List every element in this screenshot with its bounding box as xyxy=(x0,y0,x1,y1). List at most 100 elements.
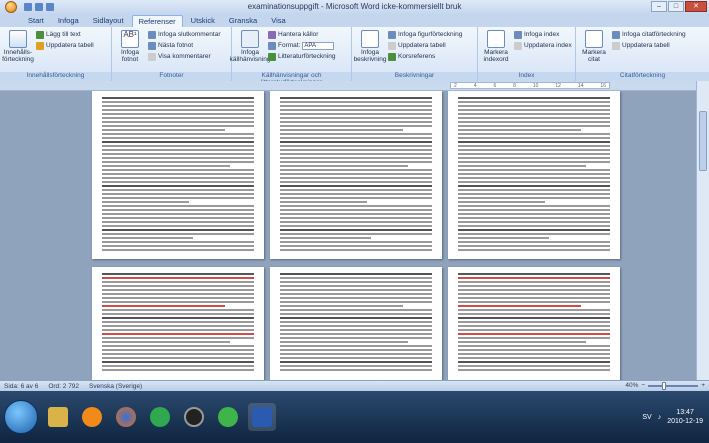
style-select[interactable]: Format: APA xyxy=(268,41,335,50)
taskbar-explorer[interactable] xyxy=(44,403,72,431)
zoom-slider-knob[interactable] xyxy=(662,381,667,390)
horizontal-ruler[interactable]: 2 4 6 8 10 12 14 16 xyxy=(0,81,709,91)
text-line xyxy=(280,233,432,235)
text-line xyxy=(458,357,610,359)
text-line xyxy=(458,305,582,307)
vertical-scrollbar[interactable] xyxy=(696,81,709,380)
tab-referenser[interactable]: Referenser xyxy=(131,15,183,27)
text-line xyxy=(102,125,254,127)
tab-utskick[interactable]: Utskick xyxy=(185,15,221,27)
word-count[interactable]: Ord: 2 792 xyxy=(48,383,79,390)
text-line xyxy=(458,349,610,351)
taskbar-media-player[interactable] xyxy=(78,403,106,431)
maximize-button[interactable]: □ xyxy=(668,1,684,12)
text-line xyxy=(458,109,610,111)
insert-endnote-button[interactable]: Infoga slutkommentar xyxy=(148,30,221,39)
taskbar-spotify[interactable] xyxy=(146,403,174,431)
text-line xyxy=(458,125,610,127)
text-line xyxy=(458,201,545,203)
update-index-button[interactable]: Uppdatera index xyxy=(514,41,572,50)
text-line xyxy=(102,221,254,223)
text-line xyxy=(102,105,254,107)
text-line xyxy=(280,125,432,127)
bibliography-button[interactable]: Litteraturförteckning xyxy=(268,52,335,61)
text-line xyxy=(458,133,610,135)
zoom-in-icon[interactable]: + xyxy=(701,382,705,389)
text-line xyxy=(280,273,432,275)
zoom-out-icon[interactable]: − xyxy=(641,382,645,389)
update-figures-button[interactable]: Uppdatera tabell xyxy=(388,41,462,50)
save-icon[interactable] xyxy=(24,3,32,11)
page-count[interactable]: Sida: 6 av 6 xyxy=(4,383,38,390)
tab-infoga[interactable]: Infoga xyxy=(52,15,85,27)
text-line xyxy=(458,113,610,115)
tab-start[interactable]: Start xyxy=(22,15,50,27)
manage-sources-icon xyxy=(268,30,276,39)
manage-sources-button[interactable]: Hantera källor xyxy=(268,30,335,39)
text-line xyxy=(280,225,432,227)
taskbar-firefox[interactable] xyxy=(112,403,140,431)
update-authorities-button[interactable]: Uppdatera tabell xyxy=(612,41,686,50)
text-line xyxy=(458,309,610,311)
text-line xyxy=(458,313,610,315)
tab-sidlayout[interactable]: Sidlayout xyxy=(87,15,130,27)
text-line xyxy=(280,357,432,359)
insert-figures-table-button[interactable]: Infoga figurförteckning xyxy=(388,30,462,39)
taskbar-app[interactable] xyxy=(180,403,208,431)
update-table-button[interactable]: Uppdatera tabell xyxy=(36,41,94,50)
clock[interactable]: 13:47 2010-12-19 xyxy=(667,408,703,426)
text-line xyxy=(280,177,432,179)
title-bar: examinationsuppgift - Microsoft Word ick… xyxy=(0,0,709,14)
text-line xyxy=(102,205,254,207)
start-button[interactable] xyxy=(4,400,38,434)
text-line xyxy=(102,289,254,291)
window-controls: – □ ✕ xyxy=(651,1,707,12)
document-page-6[interactable] xyxy=(448,267,620,380)
document-page-5[interactable] xyxy=(270,267,442,380)
taskbar-word[interactable] xyxy=(248,403,276,431)
input-language[interactable]: SV xyxy=(642,414,651,421)
next-footnote-icon xyxy=(148,41,156,50)
close-button[interactable]: ✕ xyxy=(685,1,707,12)
text-line xyxy=(102,209,254,211)
minimize-button[interactable]: – xyxy=(651,1,667,12)
document-page-2[interactable] xyxy=(270,91,442,259)
text-line xyxy=(458,217,610,219)
add-text-button[interactable]: Lägg till text xyxy=(36,30,94,39)
text-line xyxy=(458,237,550,239)
document-page-1[interactable] xyxy=(92,91,264,259)
cross-reference-button[interactable]: Korsreferens xyxy=(388,52,462,61)
text-line xyxy=(458,369,610,371)
document-page-3[interactable] xyxy=(448,91,620,259)
next-footnote-button[interactable]: Nästa fotnot xyxy=(148,41,221,50)
scroll-thumb[interactable] xyxy=(699,111,707,171)
text-line xyxy=(102,149,254,151)
text-line xyxy=(458,145,610,147)
insert-authorities-button[interactable]: Infoga citatförteckning xyxy=(612,30,686,39)
insert-index-button[interactable]: Infoga index xyxy=(514,30,572,39)
text-line xyxy=(280,365,432,367)
redo-icon[interactable] xyxy=(46,3,54,11)
tab-visa[interactable]: Visa xyxy=(265,15,291,27)
office-button[interactable] xyxy=(0,0,22,14)
document-page-4[interactable] xyxy=(92,267,264,380)
tab-granska[interactable]: Granska xyxy=(223,15,263,27)
spotify-icon xyxy=(150,407,170,427)
figures-icon xyxy=(388,30,396,39)
show-notes-icon xyxy=(148,52,156,61)
language-indicator[interactable]: Svenska (Sverige) xyxy=(89,383,142,390)
text-line xyxy=(458,301,610,303)
text-line xyxy=(102,337,254,339)
zoom-level[interactable]: 40% xyxy=(625,382,638,389)
show-notes-button[interactable]: Visa kommentarer xyxy=(148,52,221,61)
zoom-slider[interactable] xyxy=(648,381,699,390)
text-line xyxy=(102,181,254,183)
text-line xyxy=(280,249,432,251)
volume-icon[interactable]: ♪ xyxy=(658,414,662,421)
document-area[interactable] xyxy=(0,91,709,380)
text-line xyxy=(280,241,432,243)
taskbar-chat[interactable] xyxy=(214,403,242,431)
text-line xyxy=(102,165,230,167)
text-line xyxy=(102,321,254,323)
undo-icon[interactable] xyxy=(35,3,43,11)
